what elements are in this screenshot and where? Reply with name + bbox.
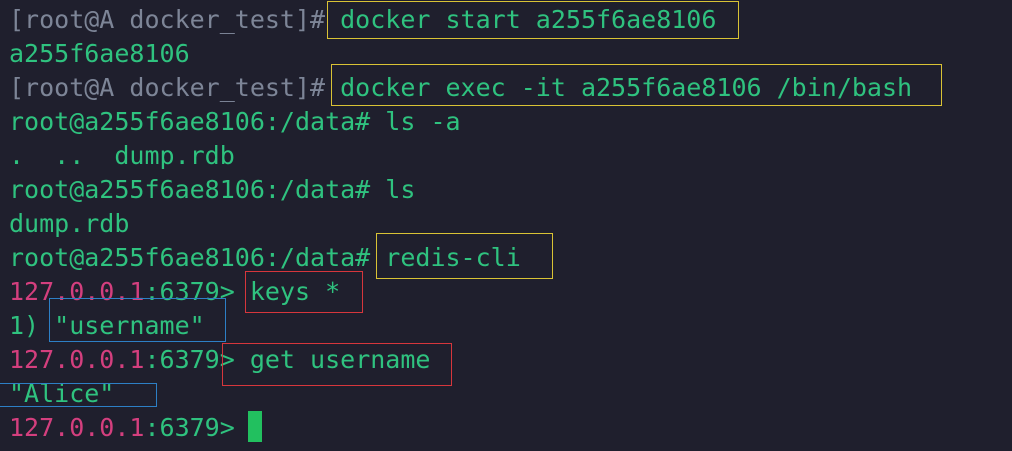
terminal-line-6: root@a255f6ae8106:/data# ls <box>9 173 415 207</box>
container-prompt: root@a255f6ae8106:/data# <box>9 175 371 204</box>
highlight-box-docker-exec <box>331 64 942 106</box>
highlight-box-get-username <box>222 343 452 386</box>
redis-ip: 127.0.0.1 <box>9 345 145 374</box>
highlight-box-keys <box>245 271 363 313</box>
highlight-box-docker-start <box>327 1 739 39</box>
terminal-line-13: 127.0.0.1:6379> <box>9 411 235 445</box>
highlight-box-alice-output <box>0 383 157 407</box>
container-prompt: root@a255f6ae8106:/data# <box>9 243 371 272</box>
terminal-cursor[interactable] <box>248 411 262 442</box>
terminal-line-4: root@a255f6ae8106:/data# ls -a <box>9 105 461 139</box>
highlight-box-redis-cli <box>376 233 553 279</box>
terminal-line-2: a255f6ae8106 <box>9 37 190 71</box>
output-text: a255f6ae8106 <box>9 39 190 68</box>
command-text: ls -a <box>370 107 461 136</box>
output-text: dump.rdb <box>9 209 130 238</box>
container-prompt: root@a255f6ae8106:/data# <box>9 107 371 136</box>
output-text: . .. dump.rdb <box>9 141 235 170</box>
terminal-line-5: . .. dump.rdb <box>9 139 235 173</box>
command-text: ls <box>370 175 416 204</box>
shell-prompt: [root@A docker_test]# <box>9 5 326 34</box>
terminal-window[interactable]: [root@A docker_test]# docker start a255f… <box>0 0 1012 451</box>
redis-port-prompt: :6379> <box>144 413 235 442</box>
redis-ip: 127.0.0.1 <box>9 413 145 442</box>
shell-prompt: [root@A docker_test]# <box>9 73 326 102</box>
highlight-box-username-output <box>49 298 226 342</box>
terminal-line-7: dump.rdb <box>9 207 129 241</box>
